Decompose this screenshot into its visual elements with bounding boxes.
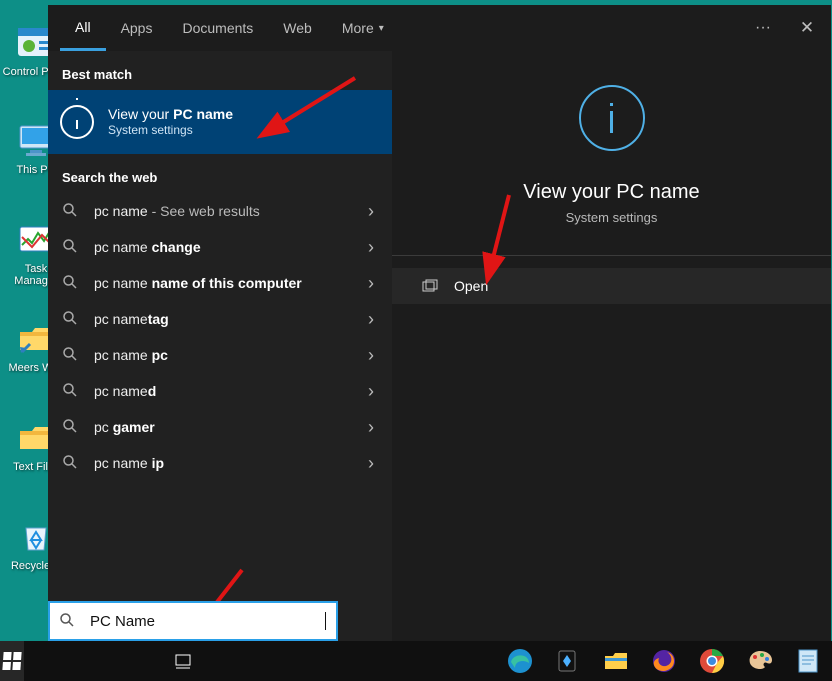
chevron-right-icon: › bbox=[368, 417, 374, 438]
preview-pane: View your PC name System settings Open bbox=[392, 51, 831, 641]
close-button[interactable]: ✕ bbox=[787, 8, 827, 48]
web-result-label: pc name ip bbox=[94, 455, 164, 471]
tab-apps[interactable]: Apps bbox=[106, 5, 168, 51]
tab-documents[interactable]: Documents bbox=[167, 5, 268, 51]
chrome-icon bbox=[699, 648, 725, 674]
file-explorer-icon bbox=[603, 650, 629, 672]
palette-icon bbox=[747, 649, 773, 673]
text-cursor bbox=[325, 612, 326, 630]
web-result-item[interactable]: pc name - See web results › bbox=[48, 193, 392, 229]
web-result-label: pc named bbox=[94, 383, 156, 399]
web-result-label: pc name - See web results bbox=[94, 203, 260, 219]
web-result-item[interactable]: pc name name of this computer › bbox=[48, 265, 392, 301]
taskbar-app-notepad[interactable] bbox=[784, 641, 832, 681]
chevron-right-icon: › bbox=[368, 237, 374, 258]
preview-title: View your PC name bbox=[523, 181, 699, 204]
panel-tabs: All Apps Documents Web More ▾ bbox=[60, 5, 399, 51]
web-result-label: pc name pc bbox=[94, 347, 168, 363]
tab-more[interactable]: More ▾ bbox=[327, 5, 399, 51]
task-view-button[interactable] bbox=[172, 641, 196, 681]
search-icon bbox=[62, 419, 78, 436]
taskbar-app-paint[interactable] bbox=[736, 641, 784, 681]
web-result-item[interactable]: pc gamer › bbox=[48, 409, 392, 445]
taskbar-app-firefox[interactable] bbox=[640, 641, 688, 681]
search-input[interactable] bbox=[90, 613, 327, 630]
search-icon bbox=[62, 275, 78, 292]
web-result-label: pc name name of this computer bbox=[94, 275, 302, 291]
taskbar-app-edge[interactable] bbox=[496, 641, 544, 681]
search-icon bbox=[62, 383, 78, 400]
panel-header: All Apps Documents Web More ▾ ··· ✕ bbox=[48, 5, 831, 51]
preview-open-label: Open bbox=[454, 278, 488, 294]
taskbar-app-explorer[interactable] bbox=[592, 641, 640, 681]
windows-logo-icon bbox=[3, 652, 22, 670]
results-list: Best match View your PC name System sett… bbox=[48, 51, 392, 641]
best-match-title-bold: PC name bbox=[173, 106, 233, 122]
open-icon bbox=[422, 279, 438, 293]
tab-web[interactable]: Web bbox=[268, 5, 327, 51]
chevron-right-icon: › bbox=[368, 201, 374, 222]
info-icon bbox=[60, 105, 94, 139]
notepad-icon bbox=[797, 648, 819, 674]
web-result-item[interactable]: pc nametag › bbox=[48, 301, 392, 337]
web-result-item[interactable]: pc named › bbox=[48, 373, 392, 409]
chevron-right-icon: › bbox=[368, 345, 374, 366]
info-icon bbox=[579, 85, 645, 151]
divider bbox=[392, 255, 831, 256]
more-options-button[interactable]: ··· bbox=[743, 8, 783, 48]
search-icon bbox=[62, 239, 78, 256]
taskbar-app-chrome[interactable] bbox=[688, 641, 736, 681]
web-result-label: pc name change bbox=[94, 239, 201, 255]
best-match-item[interactable]: View your PC name System settings bbox=[48, 90, 392, 154]
start-button[interactable] bbox=[0, 641, 24, 681]
web-result-item[interactable]: pc name ip › bbox=[48, 445, 392, 481]
web-result-label: pc gamer bbox=[94, 419, 155, 435]
best-match-title-pre: View your bbox=[108, 106, 173, 122]
edge-icon bbox=[507, 648, 533, 674]
web-result-item[interactable]: pc name change › bbox=[48, 229, 392, 265]
search-icon bbox=[60, 613, 76, 630]
search-icon bbox=[62, 311, 78, 328]
chevron-down-icon: ▾ bbox=[379, 23, 384, 34]
best-match-subtitle: System settings bbox=[108, 123, 233, 139]
search-icon bbox=[62, 455, 78, 472]
best-match-text: View your PC name System settings bbox=[108, 105, 233, 139]
taskbar-app-solitaire[interactable] bbox=[544, 641, 592, 681]
web-result-label: pc nametag bbox=[94, 311, 169, 327]
search-box[interactable] bbox=[48, 601, 338, 641]
tab-all[interactable]: All bbox=[60, 5, 106, 51]
chevron-right-icon: › bbox=[368, 273, 374, 294]
chevron-right-icon: › bbox=[368, 381, 374, 402]
search-icon bbox=[62, 203, 78, 220]
task-view-icon bbox=[175, 653, 193, 669]
tab-more-label: More bbox=[342, 20, 374, 36]
card-icon bbox=[556, 649, 580, 673]
search-panel: All Apps Documents Web More ▾ ··· ✕ Best… bbox=[48, 5, 831, 641]
chevron-right-icon: › bbox=[368, 453, 374, 474]
firefox-icon bbox=[651, 648, 677, 674]
web-result-item[interactable]: pc name pc › bbox=[48, 337, 392, 373]
section-search-web: Search the web bbox=[48, 154, 392, 193]
search-icon bbox=[62, 347, 78, 364]
taskbar bbox=[0, 641, 832, 681]
chevron-right-icon: › bbox=[368, 309, 374, 330]
preview-subtitle: System settings bbox=[566, 210, 658, 225]
section-best-match: Best match bbox=[48, 51, 392, 90]
preview-open-button[interactable]: Open bbox=[392, 268, 831, 304]
